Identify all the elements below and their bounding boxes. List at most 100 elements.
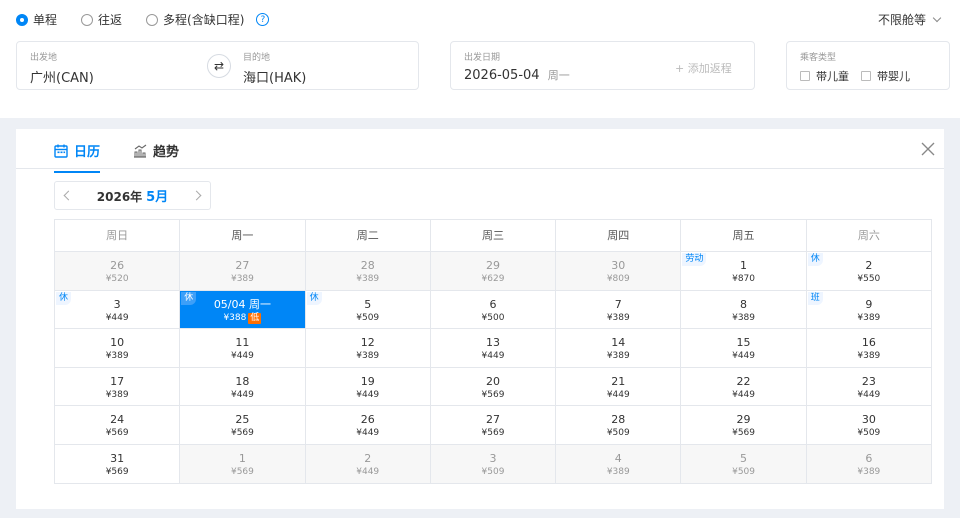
tab-calendar[interactable]: 日历 <box>54 141 101 173</box>
calendar-day[interactable]: 15 ¥449 <box>681 329 807 368</box>
calendar-day[interactable]: 31 ¥569 <box>55 444 181 484</box>
weekday-header: 周五 <box>681 220 807 252</box>
date-weekday: 周一 <box>547 69 570 82</box>
calendar-day[interactable]: 18 ¥449 <box>180 367 306 407</box>
close-icon[interactable] <box>920 141 936 157</box>
calendar-day[interactable]: 8 ¥389 <box>681 290 807 330</box>
day-price: ¥569 <box>481 389 505 400</box>
day-price-row: ¥389 <box>306 273 430 285</box>
day-price-row: ¥569 <box>681 427 805 439</box>
calendar-day[interactable]: 劳动 1 ¥870 <box>681 252 807 291</box>
day-price: ¥389 <box>857 312 881 323</box>
day-price-row: ¥449 <box>807 389 931 401</box>
day-price-row: ¥449 <box>180 350 304 362</box>
day-price-row: ¥388 低 <box>180 312 304 324</box>
calendar-day[interactable]: 28 ¥509 <box>556 406 682 445</box>
day-price: ¥449 <box>356 466 380 477</box>
help-icon[interactable]: ? <box>256 13 270 26</box>
calendar-day[interactable]: 11 ¥449 <box>180 329 306 368</box>
day-number: 19 <box>360 374 375 388</box>
calendar-day[interactable]: 29 ¥629 <box>430 252 557 291</box>
calendar-week-row: 10 ¥389 11 ¥449 12 ¥389 13 ¥449 14 ¥389 15 ¥449 16 ¥3… <box>55 329 932 368</box>
calendar-day[interactable]: 25 ¥569 <box>180 406 306 445</box>
cabin-class-dropdown[interactable]: 不限舱等 <box>878 11 942 28</box>
calendar-day[interactable]: 班 9 ¥389 <box>806 290 932 330</box>
next-month-button[interactable] <box>191 190 202 201</box>
trip-type-round-trip[interactable]: 往返 <box>81 11 122 28</box>
day-price: ¥389 <box>857 466 881 477</box>
day-price: ¥389 <box>230 274 254 284</box>
calendar-day[interactable]: 19 ¥449 <box>305 367 431 407</box>
calendar-day[interactable]: 休 5 ¥509 <box>305 290 431 330</box>
destination-caption: 目的地 <box>243 53 271 63</box>
calendar-day[interactable]: 16 ¥389 <box>806 329 932 368</box>
holiday-tag: 休 <box>807 253 823 266</box>
calendar-day[interactable]: 26 ¥520 <box>55 252 181 291</box>
day-price-row: ¥569 <box>55 466 179 478</box>
date-text: 2026-05-04 <box>464 68 540 83</box>
passenger-type-field: 乘客类型 带儿童 带婴儿 <box>786 41 950 90</box>
calendar-day[interactable]: 13 ¥449 <box>430 329 557 368</box>
calendar-day[interactable]: 7 ¥389 <box>556 290 682 330</box>
swap-cities-button[interactable]: ⇄ <box>207 54 231 78</box>
origin-caption: 出发地 <box>30 53 58 63</box>
calendar-day[interactable]: 28 ¥389 <box>305 252 431 291</box>
calendar-day[interactable]: 17 ¥389 <box>55 367 181 407</box>
calendar-day[interactable]: 24 ¥569 <box>55 406 181 445</box>
holiday-tag: 班 <box>807 291 823 305</box>
calendar-day[interactable]: 26 ¥449 <box>305 406 431 445</box>
calendar-day[interactable]: 5 ¥509 <box>681 444 807 484</box>
day-number: 17 <box>110 374 125 388</box>
day-number: 05/04 周一 <box>213 297 272 311</box>
calendar-day[interactable]: 30 ¥809 <box>556 252 682 291</box>
previous-month-button[interactable] <box>63 190 74 201</box>
day-price-row: ¥500 <box>431 312 555 324</box>
calendar-day[interactable]: 27 ¥569 <box>430 406 557 445</box>
calendar-day[interactable]: 2 ¥449 <box>305 444 431 484</box>
calendar-day-selected[interactable]: 休 05/04 周一 ¥388 低 <box>180 290 306 330</box>
with-infant-checkbox[interactable]: 带婴儿 <box>861 68 910 84</box>
day-price: ¥569 <box>230 428 254 439</box>
day-price-row: ¥449 <box>556 389 680 401</box>
with-child-checkbox[interactable]: 带儿童 <box>800 68 849 84</box>
day-price-row: ¥449 <box>681 389 805 401</box>
day-price-row: ¥449 <box>431 350 555 362</box>
calendar-day[interactable]: 6 ¥500 <box>430 290 557 330</box>
calendar-day[interactable]: 22 ¥449 <box>681 367 807 407</box>
destination-field[interactable]: 目的地 海口(HAK) <box>235 42 418 89</box>
calendar-day[interactable]: 27 ¥389 <box>180 252 306 291</box>
calendar-day[interactable]: 4 ¥389 <box>556 444 682 484</box>
day-price-row: ¥569 <box>55 427 179 439</box>
day-price-row: ¥569 <box>180 466 304 478</box>
calendar-day[interactable]: 3 ¥509 <box>430 444 557 484</box>
day-number: 31 <box>110 451 125 465</box>
calendar-day[interactable]: 30 ¥509 <box>806 406 932 445</box>
calendar-day[interactable]: 休 2 ¥550 <box>806 252 932 291</box>
tab-trend[interactable]: 趋势 <box>133 141 179 160</box>
calendar-day[interactable]: 12 ¥389 <box>305 329 431 368</box>
calendar-day[interactable]: 21 ¥449 <box>556 367 682 407</box>
day-number: 16 <box>861 336 876 350</box>
day-number: 27 <box>235 259 250 272</box>
calendar-day[interactable]: 10 ¥389 <box>55 329 181 368</box>
calendar-grid: 周日 周一 周二 周三 周四 周五 周六 26 ¥520 27 ¥389 28 ¥389 2… <box>54 219 932 484</box>
weekday-header-row: 周日 周一 周二 周三 周四 周五 周六 <box>55 220 932 252</box>
calendar-day[interactable]: 29 ¥569 <box>681 406 807 445</box>
add-return-button[interactable]: + 添加返程 <box>675 60 732 76</box>
radio-icon <box>16 13 28 26</box>
trip-type-multi-city[interactable]: 多程(含缺口程) <box>146 11 244 28</box>
calendar-day[interactable]: 23 ¥449 <box>806 367 932 407</box>
calendar-day[interactable]: 20 ¥569 <box>430 367 557 407</box>
trip-type-one-way[interactable]: 单程 <box>16 11 57 28</box>
calendar-day[interactable]: 1 ¥569 <box>180 444 306 484</box>
origin-field[interactable]: 出发地 广州(CAN) <box>17 42 202 89</box>
day-price: ¥569 <box>230 466 254 477</box>
calendar-day[interactable]: 6 ¥389 <box>806 444 932 484</box>
month-label: 5月 <box>146 190 169 205</box>
trip-type-label: 往返 <box>98 13 123 27</box>
day-price: ¥389 <box>356 274 380 284</box>
day-price-row: ¥449 <box>306 389 430 401</box>
departure-date-field[interactable]: 出发日期 2026-05-04 周一 + 添加返程 <box>450 41 755 90</box>
calendar-day[interactable]: 14 ¥389 <box>556 329 682 368</box>
calendar-day[interactable]: 休 3 ¥449 <box>55 290 181 330</box>
